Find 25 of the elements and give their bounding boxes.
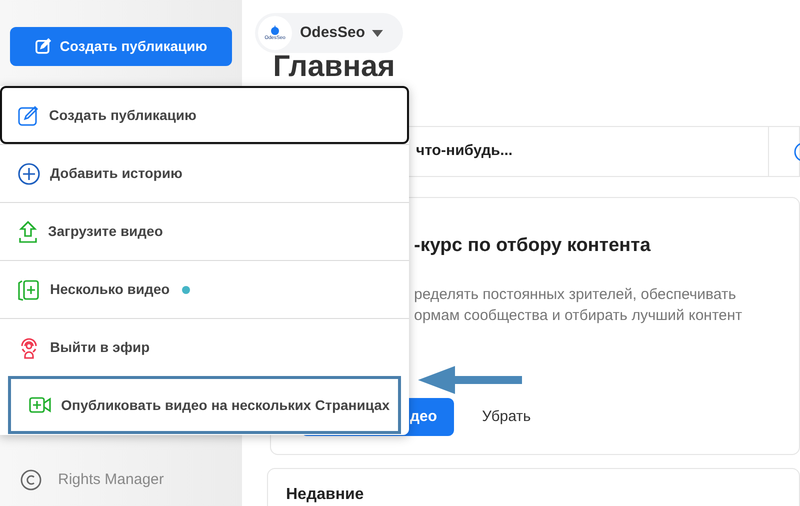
upload-icon	[18, 220, 38, 242]
add-circle-icon	[18, 162, 40, 184]
edit-icon	[34, 38, 52, 55]
composer-prompt[interactable]: что-нибудь...	[416, 140, 513, 163]
multi-video-icon	[18, 278, 40, 300]
live-icon	[18, 336, 40, 358]
menu-item[interactable]: Выйти в эфир	[0, 318, 409, 376]
section-title: Недавние	[286, 485, 364, 505]
menu-item[interactable]: Загрузите видео	[0, 202, 409, 260]
page-name[interactable]: OdesSeo	[300, 22, 366, 44]
caret-icon	[372, 30, 384, 36]
video-add-icon	[29, 396, 51, 414]
card-description-line: ормам сообщества и отбирать лучший контент	[414, 306, 742, 326]
menu-item[interactable]: Несколько видео	[0, 260, 409, 318]
card-title: -курс по отбору контента	[414, 234, 651, 258]
remove-button[interactable]: Убрать	[476, 398, 537, 436]
edit-icon	[18, 104, 39, 126]
create-post-button[interactable]: Создать публикацию	[10, 27, 232, 66]
menu-item[interactable]: Добавить историю	[0, 144, 409, 202]
page-title: Главная	[273, 50, 396, 84]
menu-item[interactable]: Опубликовать видео на нескольких Страницах	[8, 376, 401, 434]
copyright-icon	[20, 469, 42, 492]
logo-icon	[270, 25, 280, 35]
card-description-line: ределять постоянных зрителей, обеспечивать	[414, 285, 738, 305]
menu-item[interactable]: Создать публикацию	[0, 86, 409, 144]
